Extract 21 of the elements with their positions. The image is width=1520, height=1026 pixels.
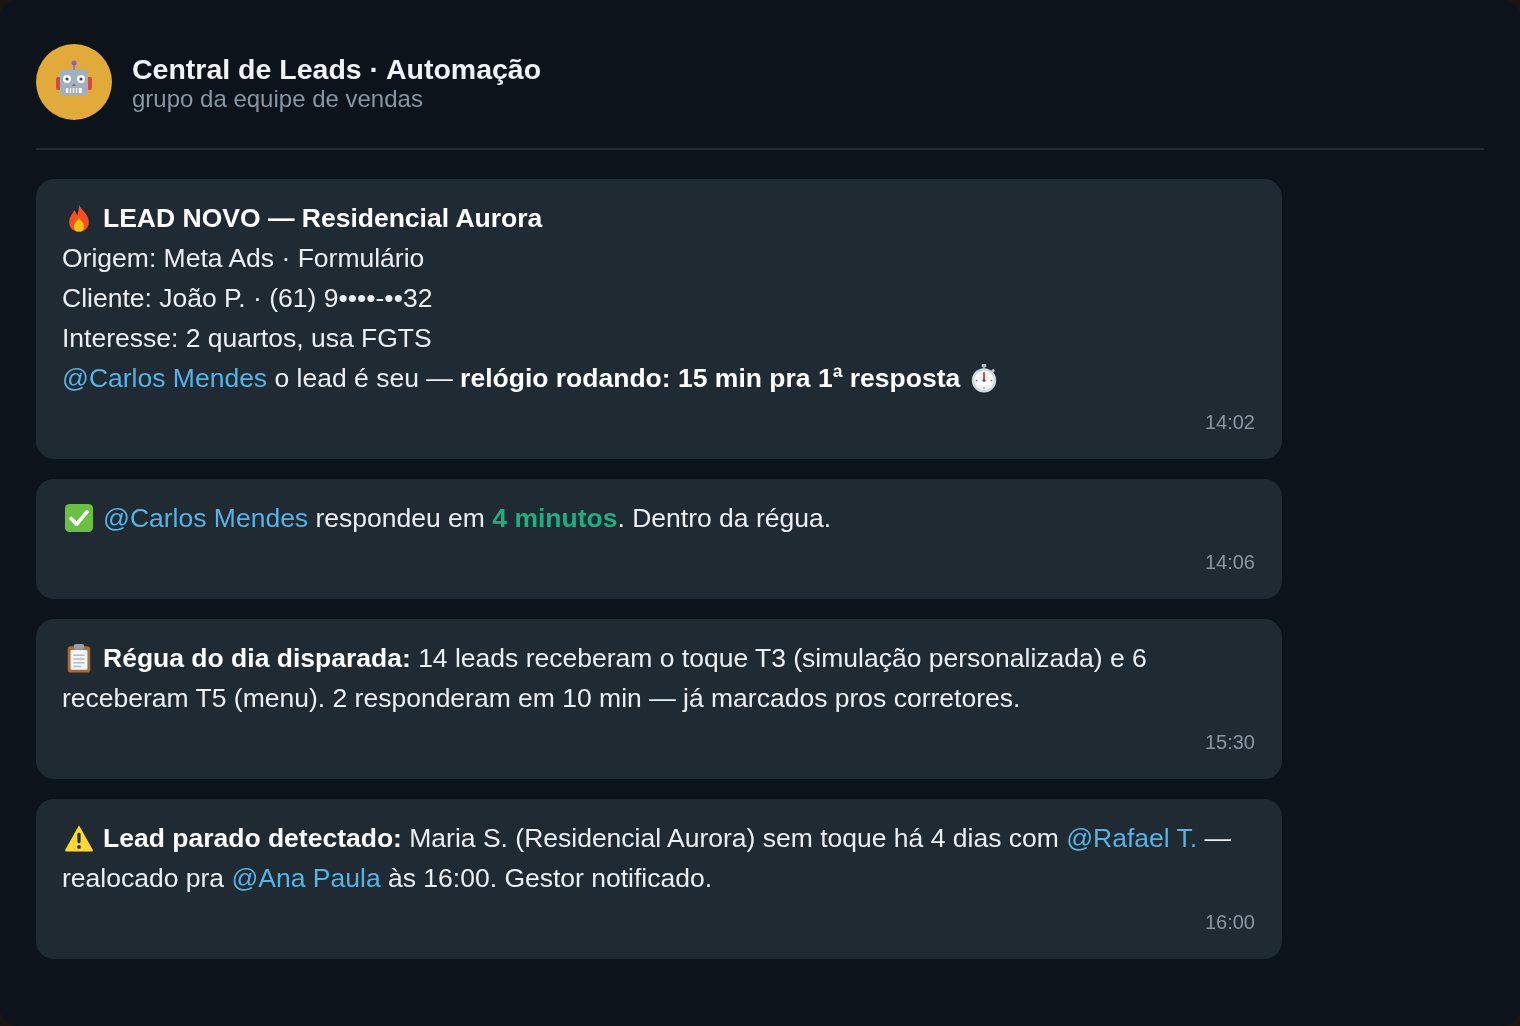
message-text: @Carlos Mendes o lead é seu — relógio rodando: 15 min pra 1ª resposta	[62, 358, 1000, 398]
robot-icon	[36, 44, 112, 120]
mention-link[interactable]: @Rafael T.	[1066, 823, 1198, 853]
message-time: 15:30	[1204, 730, 1255, 754]
chat-title: Central de Leads · Automação	[132, 52, 542, 86]
message-line: Cliente: João P. · (61) 9••••-••32	[62, 282, 433, 315]
warning-icon	[64, 823, 94, 853]
mention-link[interactable]: @Ana Paula	[231, 863, 381, 893]
mention-link[interactable]: @Carlos Mendes	[62, 363, 268, 393]
message-line: Interesse: 2 quartos, usa FGTS	[62, 322, 432, 355]
message-text: Lead parado detectado: Maria S. (Residencial Aurora) sem toque há 4 dias com @Rafael T. — realocado pra @Ana Paula às 16:00. Gestor notificado.	[62, 822, 1233, 895]
message-time: 16:00	[1204, 910, 1255, 934]
message-text: Régua do dia disparada: 14 leads receberam o toque T3 (simulação personalizada) e 6 receberam T5 (menu). 2 responderam em 10 min — já marcados pros corretores.	[62, 642, 1148, 715]
mention-link[interactable]: @Carlos Mendes	[103, 503, 309, 533]
message-time: 14:06	[1204, 550, 1255, 574]
message-line: Origem: Meta Ads · Formulário	[62, 242, 425, 275]
message-text: @Carlos Mendes respondeu em 4 minutos. Dentro da régua.	[62, 498, 832, 538]
message-time: 14:02	[1204, 410, 1255, 434]
chat-subtitle: grupo da equipe de vendas	[132, 86, 423, 112]
message-title: LEAD NOVO — Residencial Aurora	[103, 202, 543, 235]
check-icon	[64, 503, 94, 533]
